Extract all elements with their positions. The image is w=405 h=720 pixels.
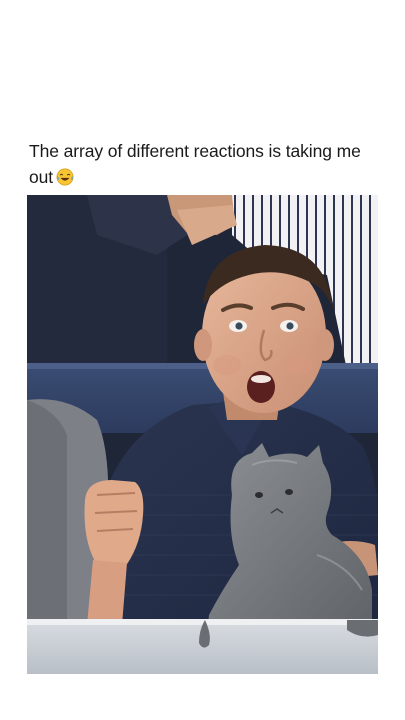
post-page: The array of different reactions is taki… <box>0 0 405 720</box>
video-still[interactable] <box>27 195 378 674</box>
tears-of-joy-emoji-icon <box>56 168 74 186</box>
photo-illustration <box>27 195 378 674</box>
post-caption: The array of different reactions is taki… <box>29 138 379 190</box>
caption-text: The array of different reactions is taki… <box>29 141 361 187</box>
